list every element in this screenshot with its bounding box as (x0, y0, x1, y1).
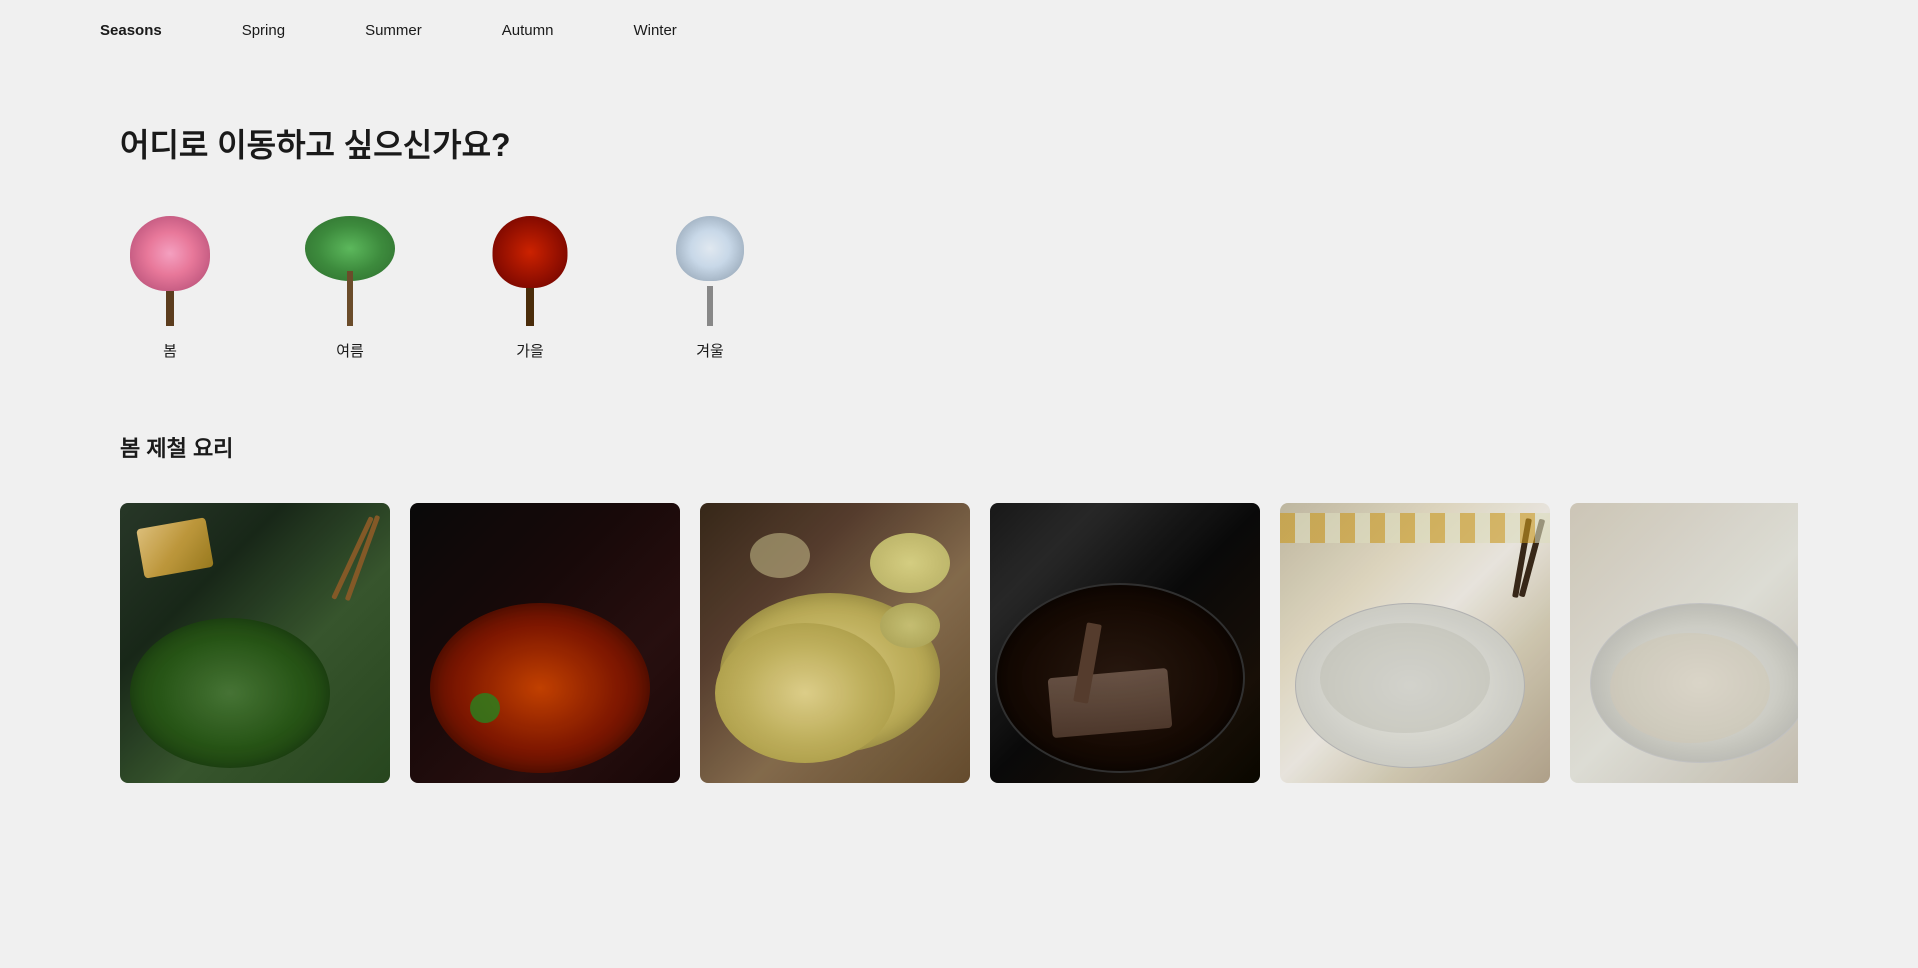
nav-item-winter[interactable]: Winter (593, 0, 716, 60)
food-card-2[interactable] (410, 503, 680, 783)
page-heading: 어디로 이동하고 싶으신가요? (120, 120, 1798, 166)
food-card-1[interactable] (120, 503, 390, 783)
summer-label: 여름 (336, 340, 364, 361)
nav-item-spring[interactable]: Spring (202, 0, 325, 60)
season-summer[interactable]: 여름 (300, 216, 400, 361)
navigation: Seasons Spring Summer Autumn Winter (0, 0, 1918, 60)
food-card-5[interactable] (1280, 503, 1550, 783)
nav-item-seasons[interactable]: Seasons (60, 0, 202, 60)
season-winter[interactable]: 겨울 (660, 216, 760, 361)
food-card-4[interactable] (990, 503, 1260, 783)
season-spring[interactable]: 봄 (120, 216, 220, 361)
autumn-label: 가을 (516, 340, 544, 361)
winter-tree-icon (660, 216, 760, 326)
summer-tree-icon (300, 216, 400, 326)
nav-item-summer[interactable]: Summer (325, 0, 462, 60)
food-grid (120, 503, 1798, 783)
nav-items: Seasons Spring Summer Autumn Winter (60, 0, 1858, 60)
season-autumn[interactable]: 가을 (480, 216, 580, 361)
food-card-6[interactable] (1570, 503, 1798, 783)
autumn-tree-icon (480, 216, 580, 326)
main-content: 어디로 이동하고 싶으신가요? 봄 여름 (0, 60, 1918, 843)
spring-tree-icon (120, 216, 220, 326)
food-card-3[interactable] (700, 503, 970, 783)
season-selector: 봄 여름 가을 (120, 216, 1798, 361)
spring-label: 봄 (163, 340, 177, 361)
winter-label: 겨울 (696, 340, 724, 361)
section-title: 봄 제철 요리 (120, 431, 1798, 463)
nav-item-autumn[interactable]: Autumn (462, 0, 594, 60)
